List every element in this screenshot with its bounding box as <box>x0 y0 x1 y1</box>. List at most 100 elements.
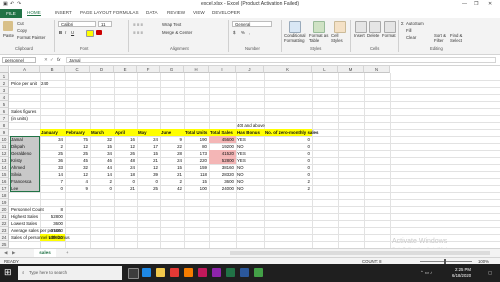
autosum-icon[interactable]: Σ <box>401 21 404 26</box>
sales-subtitle-cell[interactable]: (in units) <box>11 115 28 122</box>
close-button[interactable]: ✕ <box>488 1 492 7</box>
data-cell[interactable]: 12 <box>137 164 158 171</box>
data-cell[interactable]: 32 <box>90 136 112 143</box>
column-label-cell[interactable]: June <box>161 129 171 136</box>
column-header[interactable]: D <box>90 66 114 73</box>
data-cell[interactable]: 14 <box>90 171 112 178</box>
cancel-formula-icon[interactable]: ✕ <box>44 57 48 63</box>
comma-button[interactable]: , <box>249 30 250 35</box>
data-cell[interactable]: 45600 <box>209 136 234 143</box>
data-cell[interactable]: 39 <box>137 171 158 178</box>
data-cell[interactable]: 17 <box>137 143 158 150</box>
row-header[interactable]: 10 <box>0 136 9 143</box>
sort-filter-button[interactable]: Sort & Filter <box>434 33 448 43</box>
row-header[interactable]: 19 <box>0 199 9 206</box>
data-cell[interactable]: 28 <box>160 150 182 157</box>
data-cell[interactable]: NO <box>237 185 244 192</box>
horizontal-scrollbar[interactable] <box>230 251 490 255</box>
data-cell[interactable]: 44 <box>90 164 112 171</box>
row-header[interactable]: 15 <box>0 171 9 178</box>
tab-review[interactable]: REVIEW <box>167 10 185 15</box>
data-cell[interactable]: 9 <box>160 136 182 143</box>
data-cell[interactable]: 48 <box>114 157 135 164</box>
conditional-formatting-button[interactable]: Conditional Formatting <box>284 33 310 43</box>
taskbar-search-box[interactable]: ⌕ Type here to search <box>18 266 122 280</box>
data-cell[interactable]: 28320 <box>209 171 234 178</box>
data-cell[interactable]: 0 <box>114 178 135 185</box>
data-cell[interactable]: 173 <box>184 150 207 157</box>
select-all-corner[interactable] <box>0 66 9 73</box>
format-cells-icon[interactable] <box>384 21 396 33</box>
row-header[interactable]: 5 <box>0 101 9 108</box>
data-cell[interactable]: 75 <box>65 136 88 143</box>
zoom-slider[interactable] <box>420 261 472 262</box>
copy-button[interactable]: Copy <box>17 28 27 33</box>
tab-view[interactable]: VIEW <box>193 10 205 15</box>
row-header[interactable]: 20 <box>0 206 9 213</box>
price-value-cell[interactable]: 240 <box>41 80 48 87</box>
notification-icon[interactable]: ▢ <box>488 270 492 276</box>
row-header[interactable]: 16 <box>0 178 9 185</box>
row-header[interactable]: 7 <box>0 115 9 122</box>
fill-button[interactable]: Fill <box>406 28 412 33</box>
data-cell[interactable]: 24000 <box>209 185 234 192</box>
column-header[interactable]: B <box>40 66 65 73</box>
system-tray-icons[interactable]: ⌃ ▭ ♪ <box>420 270 432 276</box>
row-header[interactable]: 25 <box>0 241 9 248</box>
data-cell[interactable]: YES <box>237 150 246 157</box>
font-size-select[interactable]: 11 <box>98 21 112 27</box>
row-header[interactable]: 3 <box>0 87 9 94</box>
data-cell[interactable]: 26 <box>114 150 135 157</box>
find-select-button[interactable]: Find & Select <box>450 33 464 43</box>
data-cell[interactable]: 24 <box>137 136 158 143</box>
summary-value-cell[interactable]: 52800 <box>40 213 63 220</box>
currency-button[interactable]: $ <box>233 30 235 35</box>
data-cell[interactable]: 45 <box>65 157 88 164</box>
data-cell[interactable]: 32 <box>65 164 88 171</box>
data-cell[interactable]: 34 <box>90 150 112 157</box>
tab-insert[interactable]: INSERT <box>55 10 72 15</box>
clear-button[interactable]: Clear <box>406 35 416 40</box>
column-label-cell[interactable]: May <box>138 129 147 136</box>
data-cell[interactable]: 15 <box>184 178 207 185</box>
app-icon[interactable] <box>198 268 207 277</box>
app-icon[interactable] <box>254 268 263 277</box>
app-icon[interactable] <box>184 268 193 277</box>
column-label-cell[interactable]: Total Units <box>185 129 207 136</box>
column-label-cell[interactable]: No. of zero-monthly sales <box>265 129 318 136</box>
row-header[interactable]: 2 <box>0 80 9 87</box>
file-explorer-icon[interactable] <box>156 268 165 277</box>
data-cell[interactable]: 15 <box>90 143 112 150</box>
column-label-cell[interactable]: January <box>41 129 58 136</box>
column-header[interactable]: J <box>236 66 264 73</box>
column-header[interactable]: I <box>209 66 236 73</box>
data-cell[interactable]: 22 <box>160 143 182 150</box>
fill-color-icon[interactable] <box>86 30 94 37</box>
data-cell[interactable]: 24 <box>160 157 182 164</box>
formula-input[interactable]: Jamal <box>66 57 496 63</box>
data-cell[interactable]: 15 <box>137 150 158 157</box>
align-horizontal-icon[interactable]: ≡ ≡ ≡ <box>133 30 143 35</box>
data-cell[interactable]: 118 <box>184 171 207 178</box>
data-cell[interactable]: 2 <box>264 178 310 185</box>
data-cell[interactable]: 21 <box>160 171 182 178</box>
paste-icon[interactable] <box>3 21 13 31</box>
data-cell[interactable]: 7 <box>40 178 63 185</box>
data-cell[interactable]: 0 <box>137 178 158 185</box>
row-header[interactable]: 11 <box>0 143 9 150</box>
data-cell[interactable]: 0 <box>90 185 112 192</box>
autosum-button[interactable]: AutoSum <box>406 21 424 26</box>
data-cell[interactable]: 16 <box>114 136 135 143</box>
data-cell[interactable]: 36 <box>40 157 63 164</box>
column-header[interactable]: A <box>10 66 40 73</box>
column-label-cell[interactable]: Has Bonus <box>237 129 260 136</box>
data-cell[interactable]: 42 <box>160 185 182 192</box>
data-cell[interactable]: 21 <box>137 157 158 164</box>
store-icon[interactable] <box>170 268 179 277</box>
row-header[interactable]: 17 <box>0 185 9 192</box>
number-format-select[interactable]: General <box>232 21 272 27</box>
paste-button[interactable]: Paste <box>3 33 14 38</box>
data-cell[interactable]: 38160 <box>209 164 234 171</box>
tab-page-layout[interactable]: PAGE LAYOUT <box>80 10 112 15</box>
column-header[interactable]: G <box>160 66 184 73</box>
